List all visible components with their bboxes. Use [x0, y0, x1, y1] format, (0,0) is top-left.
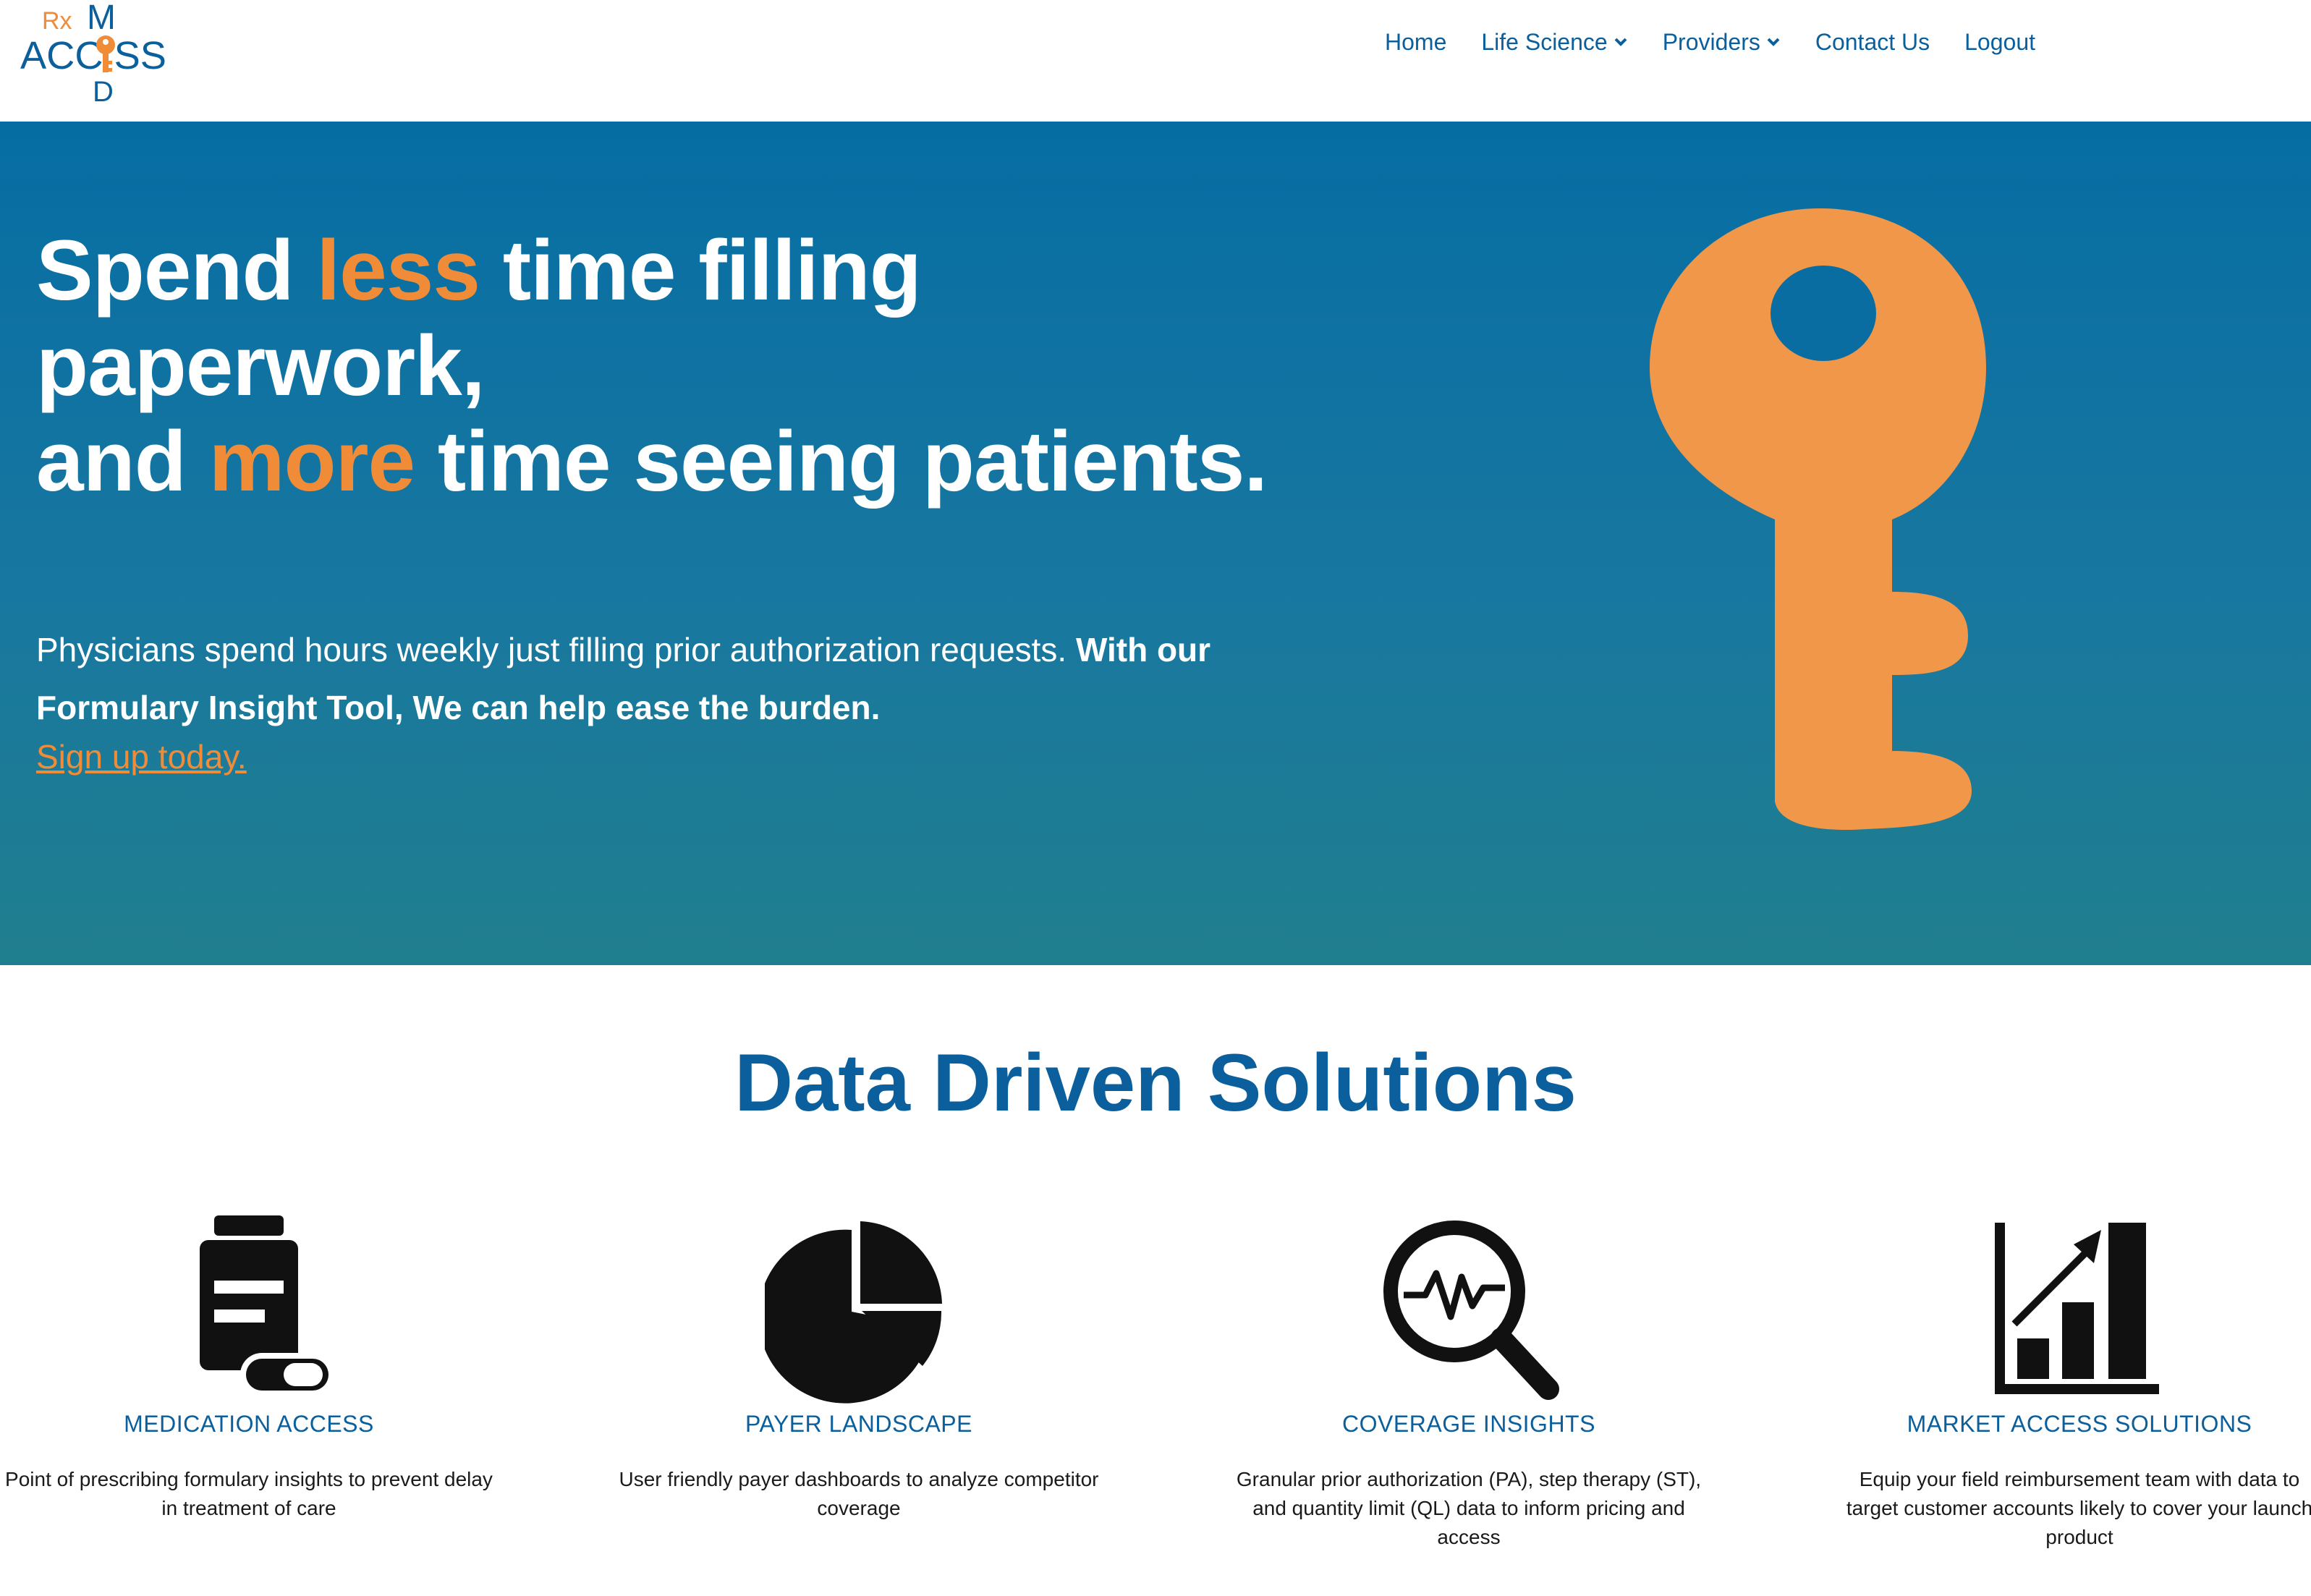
solution-card-payer-landscape: PAYER LANDSCAPE User friendly payer dash… [584, 1208, 1134, 1523]
solutions-title: Data Driven Solutions [734, 1037, 1577, 1128]
hero-title-text: and [36, 414, 209, 509]
nav-contact-label: Contact Us [1815, 28, 1930, 55]
card-title: MEDICATION ACCESS [124, 1411, 374, 1437]
main-nav: Home Life Science Providers Contact Us L… [1385, 22, 2070, 62]
nav-contact[interactable]: Contact Us [1815, 29, 1930, 56]
hero-title: Spend less time filling paperwork, and m… [36, 223, 1375, 509]
nav-providers[interactable]: Providers [1663, 29, 1781, 56]
hero-title-accent-less: less [316, 223, 480, 318]
hero-title-text: time seeing patients. [415, 414, 1268, 509]
card-description: User friendly payer dashboards to analyz… [619, 1468, 1099, 1519]
nav-life-science-label: Life Science [1481, 28, 1608, 55]
solution-card-coverage-insights: COVERAGE INSIGHTS Granular prior authori… [1194, 1208, 1744, 1552]
hero-description-text: Physicians spend hours weekly just filli… [36, 631, 1076, 668]
hero-section: Spend less time filling paperwork, and m… [0, 122, 2311, 965]
card-description: Granular prior authorization (PA), step … [1236, 1468, 1702, 1548]
hero-description: Physicians spend hours weekly just filli… [36, 621, 1353, 737]
hero-title-text: Spend [36, 223, 317, 318]
nav-logout[interactable]: Logout [1964, 29, 2035, 56]
hero-title-accent-more: more [208, 414, 416, 509]
pie-chart-icon [765, 1221, 942, 1404]
nav-logout-label: Logout [1964, 28, 2035, 55]
card-title: MARKET ACCESS SOLUTIONS [1907, 1411, 2252, 1437]
sign-up-link[interactable]: Sign up today. [36, 737, 247, 776]
svg-text:D: D [93, 76, 114, 108]
solution-card-medication-access: MEDICATION ACCESS Point of prescribing f… [0, 1208, 524, 1523]
nav-life-science[interactable]: Life Science [1481, 29, 1627, 56]
rxmaccessd-logo[interactable]: Rx M ACC SS D [20, 0, 172, 109]
svg-text:M: M [87, 0, 116, 37]
nav-home-label: Home [1385, 28, 1447, 55]
svg-text:Rx: Rx [42, 7, 72, 35]
svg-text:ACC SS: ACC SS [20, 34, 166, 77]
key-icon [1650, 208, 1986, 831]
chevron-down-icon [1767, 38, 1780, 46]
card-title: COVERAGE INSIGHTS [1342, 1411, 1595, 1437]
card-description: Point of prescribing formulary insights … [5, 1468, 493, 1519]
site-header: Rx M ACC SS D Home Life Science Provider… [0, 0, 2311, 122]
medicine-bottle-icon [200, 1215, 334, 1396]
bar-growth-icon [1995, 1223, 2159, 1394]
card-title: PAYER LANDSCAPE [745, 1411, 972, 1437]
solution-card-market-access: MARKET ACCESS SOLUTIONS Equip your field… [1805, 1208, 2311, 1552]
magnifier-pulse-icon [1383, 1221, 1559, 1400]
chevron-down-icon [1614, 38, 1627, 46]
nav-home[interactable]: Home [1385, 29, 1446, 56]
nav-providers-label: Providers [1662, 28, 1760, 55]
card-description: Equip your field reimbursement team with… [1846, 1468, 2311, 1548]
